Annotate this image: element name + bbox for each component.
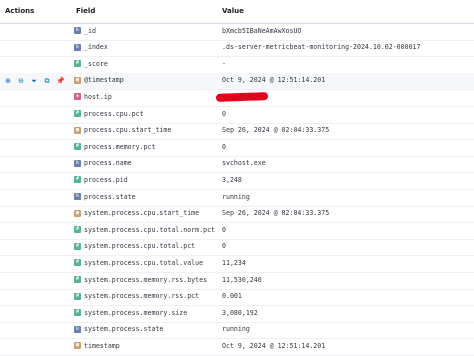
filter-in-icon[interactable]: ⊕ [4, 76, 12, 86]
table-row[interactable]: ▦ system.process.cpu.start_time Sep 26, 20… [0, 206, 474, 224]
field-name: process.memory.pct [84, 142, 156, 151]
number-type-icon: # [74, 259, 81, 267]
table-row[interactable]: # _score - [0, 56, 474, 74]
filter-out-icon[interactable]: ⊖ [17, 76, 25, 86]
table-row[interactable]: k _index .ds-server-metricbeat-monitoring-… [0, 40, 474, 58]
table-row[interactable]: ▦ process.cpu.start_time Sep 26, 2024 @ 02… [0, 123, 474, 141]
filter-exists-icon[interactable]: ⏷ [30, 76, 38, 86]
document-table: Actions Field Value k _id bXmcb5IBaNeAmAwX… [0, 0, 474, 356]
number-type-icon: # [74, 226, 81, 234]
field-value: Sep 26, 2024 @ 02:04:33.375 [222, 126, 330, 135]
field-name: process.pid [84, 175, 128, 184]
table-row[interactable]: # process.cpu.pct 0 [0, 106, 474, 124]
table-row[interactable]: k process.name svchost.exe [0, 156, 474, 174]
field-name: system.process.memory.rss.pct [84, 292, 200, 301]
string-type-icon: k [74, 193, 81, 200]
string-type-icon: k [74, 325, 81, 333]
field-value: Oct 9, 2024 @ 12:51:14.201 [222, 341, 326, 350]
value-column-header[interactable]: Value [222, 7, 244, 15]
toggle-column-icon[interactable]: ⧉ [43, 76, 51, 86]
field-name: _id [84, 26, 96, 35]
table-row[interactable]: k _id bXmcb5IBaNeAmAwXosUO [0, 23, 474, 41]
field-name: process.name [84, 159, 132, 168]
field-value: 3,080,192 [222, 308, 258, 317]
field-value: svchost.exe [222, 159, 266, 168]
field-name: system.process.cpu.total.norm.pct [84, 225, 216, 234]
string-type-icon: k [74, 27, 81, 34]
table-header: Actions Field Value [0, 0, 474, 24]
field-value: 0.001 [222, 292, 242, 301]
field-value: 11,530,240 [222, 275, 262, 284]
number-type-icon: # [74, 292, 81, 300]
field-name: system.process.memory.size [84, 308, 188, 317]
field-value: 0 [222, 109, 226, 118]
number-type-icon: # [74, 242, 81, 250]
table-row[interactable]: # system.process.cpu.total.value 11,234 [0, 255, 474, 274]
field-name: system.process.memory.rss.bytes [84, 275, 208, 284]
table-row[interactable]: # process.pid 3,248 [0, 172, 474, 191]
string-type-icon: k [74, 159, 81, 167]
redaction-mark [215, 92, 269, 103]
field-name: _score [84, 59, 108, 68]
field-value: 11,234 [222, 258, 246, 267]
field-value: 3,248 [222, 175, 242, 184]
field-name: process.cpu.pct [84, 109, 144, 118]
date-type-icon: ▦ [74, 126, 81, 134]
field-value: running [222, 192, 250, 201]
table-row[interactable]: ▪ host.ip [0, 89, 474, 108]
field-name: _index [84, 43, 108, 52]
field-value: - [222, 59, 226, 68]
table-row[interactable]: # system.process.memory.rss.bytes 11,530,2… [0, 272, 474, 290]
field-value: running [222, 325, 250, 334]
field-value: bXmcb5IBaNeAmAwXosUO [222, 26, 302, 35]
table-row[interactable]: # system.process.cpu.total.pct 0 [0, 239, 474, 257]
table-row[interactable]: # system.process.memory.rss.pct 0.001 [0, 289, 474, 307]
field-name: system.process.cpu.total.value [84, 258, 204, 267]
ip-type-icon: ▪ [74, 93, 81, 101]
number-type-icon: # [74, 176, 81, 184]
field-column-header[interactable]: Field [76, 7, 95, 15]
date-type-icon: ▦ [74, 342, 81, 350]
field-name: @timestamp [84, 76, 124, 85]
table-row[interactable]: # system.process.memory.size 3,080,192 [0, 305, 474, 323]
date-type-icon: ▦ [74, 76, 81, 84]
field-name: host.ip [84, 92, 112, 101]
field-value: 0 [222, 142, 226, 151]
string-type-icon: k [74, 43, 81, 51]
field-name: process.state [84, 192, 136, 201]
field-name: timestamp [84, 341, 120, 350]
field-value: 0 [222, 225, 226, 234]
field-name: system.process.state [84, 325, 164, 334]
number-type-icon: # [74, 143, 81, 151]
field-name: system.process.cpu.start_time [84, 209, 200, 218]
table-row[interactable]: # system.process.cpu.total.norm.pct 0 [0, 222, 474, 240]
field-value: Sep 26, 2024 @ 02:04:33.375 [222, 209, 330, 218]
table-row[interactable]: k process.state running [0, 189, 474, 207]
field-value: .ds-server-metricbeat-monitoring-2024.10… [222, 43, 421, 52]
number-type-icon: # [74, 60, 81, 68]
table-row[interactable]: ▦ timestamp Oct 9, 2024 @ 12:51:14.201 [0, 338, 474, 356]
number-type-icon: # [74, 110, 81, 117]
pin-field-icon[interactable]: 📌 [56, 76, 65, 86]
field-name: system.process.cpu.total.pct [84, 242, 196, 251]
table-row[interactable]: # process.memory.pct 0 [0, 139, 474, 157]
number-type-icon: # [74, 309, 81, 317]
field-value: Oct 9, 2024 @ 12:51:14.201 [222, 76, 326, 85]
table-row[interactable]: k system.process.state running [0, 322, 474, 340]
field-name: process.cpu.start_time [84, 126, 172, 135]
date-type-icon: ▦ [74, 209, 81, 217]
field-value: 0 [222, 242, 226, 251]
number-type-icon: # [74, 276, 81, 283]
actions-column-header: Actions [5, 7, 35, 15]
table-row[interactable]: ⊕ ⊖ ⏷ ⧉ 📌 ▦ @timestamp Oct 9, 2024 @ 12:51:14.2… [0, 72, 474, 91]
